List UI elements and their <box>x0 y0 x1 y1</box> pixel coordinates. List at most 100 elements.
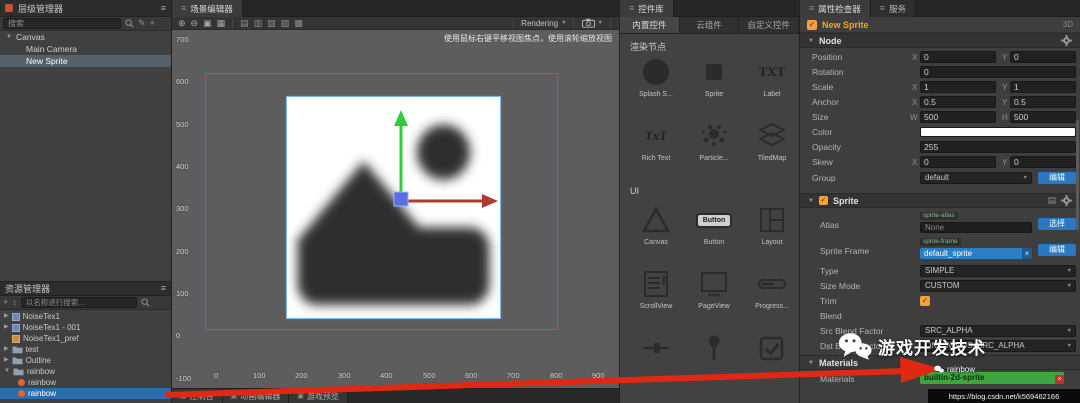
align-bottom-icon[interactable]: ▩ <box>294 18 303 28</box>
library-item-pageview[interactable]: PageView <box>686 266 742 310</box>
caret-down-icon[interactable]: ▼ <box>808 198 814 204</box>
asset-item-rainbow-material[interactable]: rainbow <box>0 388 171 399</box>
asset-item-noisetex1[interactable]: ▶ NoiseTex1 <box>0 311 171 322</box>
library-item-particle[interactable]: Particle... <box>686 118 742 162</box>
hierarchy-item-main-camera[interactable]: Main Camera <box>0 43 171 55</box>
mode-3d-toggle[interactable]: 3D <box>1063 20 1073 29</box>
src-blend-dropdown[interactable]: SRC_ALPHA ▼ <box>920 325 1076 337</box>
size-mode-dropdown[interactable]: CUSTOM ▼ <box>920 280 1076 292</box>
assets-search-input[interactable] <box>20 297 137 308</box>
add-node-icon[interactable]: + <box>150 19 155 28</box>
type-dropdown[interactable]: SIMPLE ▼ <box>920 265 1076 277</box>
align-right-icon[interactable]: ▧ <box>267 18 276 28</box>
scale-y-input[interactable] <box>1010 81 1076 93</box>
gear-icon[interactable] <box>1061 195 1072 206</box>
caret-right-icon[interactable]: ▶ <box>4 322 9 333</box>
services-tab[interactable]: ≡ 服务 <box>870 0 917 17</box>
hierarchy-menu-icon[interactable]: ≡ <box>161 3 166 13</box>
inspector-scrollbar[interactable] <box>1076 120 1079 230</box>
sort-icon[interactable]: ↕ <box>12 298 17 307</box>
library-item-checkbox[interactable] <box>744 330 799 366</box>
size-w-input[interactable] <box>920 111 996 123</box>
atlas-value-field[interactable]: None <box>920 222 1032 233</box>
sprite-frame-clear-icon[interactable]: × <box>1022 248 1032 259</box>
materials-clear-icon[interactable]: × <box>1055 374 1064 384</box>
tab-builtin-controls[interactable]: 内置控件 <box>620 17 680 33</box>
asset-item-test-folder[interactable]: ▶ test <box>0 344 171 355</box>
camera-dropdown[interactable]: ▼ <box>581 18 603 28</box>
tab-cloud-components[interactable]: 云组件 <box>679 17 740 33</box>
library-item-splash[interactable]: Splash S... <box>628 54 684 98</box>
hierarchy-search-input[interactable] <box>3 18 121 29</box>
sprite-section-header[interactable]: ▼ ✓ Sprite ▤ <box>800 193 1080 208</box>
zoom-reset-icon[interactable]: ▣ <box>203 18 212 28</box>
grid-toggle-icon[interactable]: ▦ <box>217 18 226 28</box>
anchor-y-input[interactable] <box>1010 96 1076 108</box>
asset-item-outline-folder[interactable]: ▶ Outline <box>0 355 171 366</box>
asset-item-rainbow-folder[interactable]: ▼ rainbow <box>0 366 171 377</box>
hierarchy-item-new-sprite[interactable]: New Sprite <box>0 55 171 67</box>
scene-viewport[interactable]: 使用鼠标右键平移视图焦点，使用滚轮缩放视图 700 600 500 400 30… <box>172 30 620 388</box>
library-item-scrollview[interactable]: ScrollView <box>628 266 684 310</box>
caret-right-icon[interactable]: ▶ <box>4 344 9 355</box>
sprite-frame-value-field[interactable]: default_sprite <box>920 248 1022 259</box>
search-icon[interactable] <box>141 298 150 307</box>
skew-x-input[interactable] <box>920 156 996 168</box>
add-asset-icon[interactable]: + <box>3 298 8 307</box>
sprite-enabled-checkbox[interactable]: ✓ <box>818 196 828 205</box>
materials-value-field[interactable]: builtin-2d-sprite <box>920 372 1064 384</box>
trim-checkbox[interactable]: ✓ <box>920 296 930 306</box>
caret-down-icon[interactable]: ▼ <box>808 38 814 44</box>
tab-game-preview[interactable]: ▣ 游戏预览 <box>289 389 348 403</box>
node-section-header[interactable]: ▼ Node <box>800 33 1080 48</box>
scale-x-input[interactable] <box>920 81 996 93</box>
library-item-label[interactable]: TXT Label <box>744 54 799 98</box>
materials-section-header[interactable]: ▼ Materials <box>800 355 1080 370</box>
caret-down-icon[interactable]: ▼ <box>4 366 10 377</box>
asset-item-noisetex1-001[interactable]: ▶ NoiseTex1 - 001 <box>0 322 171 333</box>
hierarchy-item-canvas[interactable]: ▼ Canvas <box>0 31 171 43</box>
node-active-checkbox[interactable]: ✓ <box>807 19 817 30</box>
library-item-button[interactable]: Button Button <box>686 202 742 246</box>
library-item-canvas[interactable]: Canvas <box>628 202 684 246</box>
inspector-tab[interactable]: ≡ 属性检查器 <box>800 0 871 17</box>
asset-item-noisetex1-pref[interactable]: NoiseTex1_pref <box>0 333 171 344</box>
library-tab[interactable]: ≡ 控件库 <box>620 0 674 17</box>
edit-node-icon[interactable]: ✎ <box>138 19 146 28</box>
gear-icon[interactable] <box>1061 35 1072 46</box>
tab-animation-editor[interactable]: ▣ 动画编辑器 <box>222 389 290 403</box>
align-top-icon[interactable]: ▨ <box>281 18 290 28</box>
anchor-x-input[interactable] <box>920 96 996 108</box>
tab-console[interactable]: ▣ 控制台 <box>172 389 223 403</box>
position-y-input[interactable] <box>1010 51 1076 63</box>
sprite-frame-edit-button[interactable]: 编辑 <box>1038 244 1076 256</box>
library-item-progress[interactable]: Progress... <box>744 266 799 310</box>
search-icon[interactable] <box>125 19 134 28</box>
caret-right-icon[interactable]: ▶ <box>4 355 9 366</box>
zoom-out-icon[interactable]: ⊖ <box>191 18 199 28</box>
position-x-input[interactable] <box>920 51 996 63</box>
rotation-input[interactable] <box>920 66 1076 78</box>
align-left-icon[interactable]: ▤ <box>240 18 249 28</box>
move-gizmo[interactable] <box>172 30 620 388</box>
asset-item-rainbow-effect[interactable]: rainbow <box>0 377 171 388</box>
scene-tab[interactable]: ≡ 场景编辑器 <box>172 0 243 17</box>
tab-custom-controls[interactable]: 自定义控件 <box>739 17 799 33</box>
zoom-in-icon[interactable]: ⊕ <box>178 18 186 28</box>
opacity-input[interactable] <box>920 141 1076 153</box>
component-menu-icon[interactable]: ▤ <box>1047 196 1056 205</box>
align-center-icon[interactable]: ▥ <box>254 18 263 28</box>
caret-down-icon[interactable]: ▼ <box>6 31 12 43</box>
library-item-sprite[interactable]: Sprite <box>686 54 742 98</box>
library-item-toggle[interactable] <box>686 330 742 366</box>
library-item-slider[interactable] <box>628 330 684 366</box>
size-h-input[interactable] <box>1010 111 1076 123</box>
library-item-richtext[interactable]: TxT Rich Text <box>628 118 684 162</box>
atlas-select-button[interactable]: 选择 <box>1038 218 1076 230</box>
dst-blend-dropdown[interactable]: ONE_MINUS_SRC_ALPHA ▼ <box>920 340 1076 352</box>
assets-menu-icon[interactable]: ≡ <box>161 284 166 293</box>
group-edit-button[interactable]: 编辑 <box>1038 172 1076 184</box>
library-item-tiledmap[interactable]: TiledMap <box>744 118 799 162</box>
caret-down-icon[interactable]: ▼ <box>808 360 814 366</box>
skew-y-input[interactable] <box>1010 156 1076 168</box>
